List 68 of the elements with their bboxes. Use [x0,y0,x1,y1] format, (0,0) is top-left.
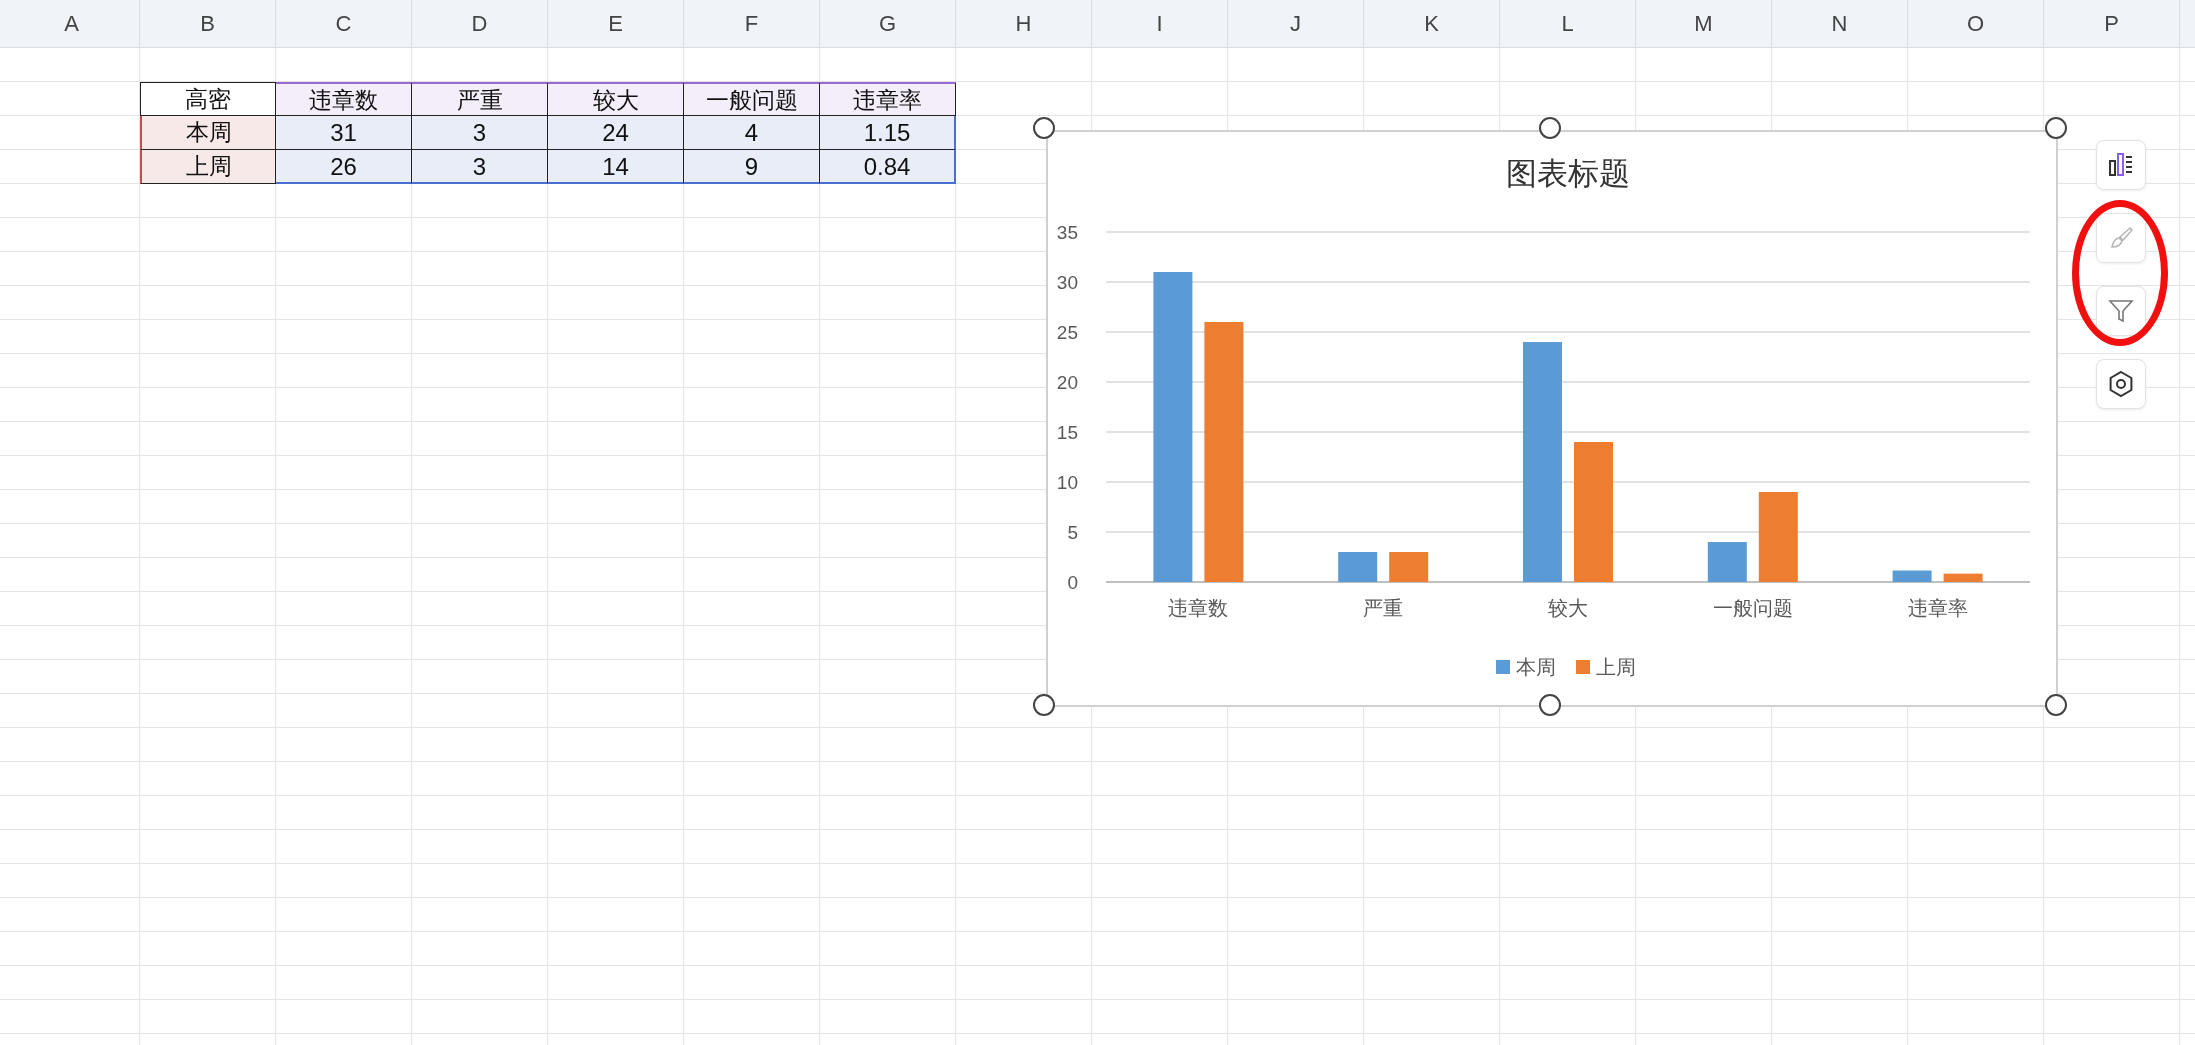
category-label: 违章率 [1907,596,1968,620]
legend-swatch [1576,660,1590,674]
table-cell: 0.84 [820,150,956,184]
column-header[interactable]: F [684,0,820,47]
column-header[interactable]: D [412,0,548,47]
column-header[interactable]: C [276,0,412,47]
y-axis-label: 5 [1067,522,1078,543]
bar [1943,573,1983,582]
legend-swatch [1496,660,1510,674]
resize-handle[interactable] [1539,117,1561,139]
column-heading-cell: 高密 [140,82,276,116]
column-header[interactable]: N [1772,0,1908,47]
category-label: 严重 [1363,596,1404,620]
column-header[interactable]: K [1364,0,1500,47]
chart-title: 图表标题 [1506,155,1630,191]
table-cell: 24 [548,116,684,150]
column-heading-cell: 较大 [548,82,684,116]
table-cell: 1.15 [820,116,956,150]
table-cell: 14 [548,150,684,184]
column-heading-cell: 违章率 [820,82,956,116]
filter-icon[interactable] [2096,286,2146,336]
table-cell: 3 [412,116,548,150]
resize-handle[interactable] [2045,694,2067,716]
column-header[interactable]: E [548,0,684,47]
category-label: 较大 [1548,596,1588,620]
table-cell: 31 [276,116,412,150]
column-heading-cell: 一般问题 [684,82,820,116]
column-heading-cell: 违章数 [276,82,412,116]
resize-handle[interactable] [1539,694,1561,716]
y-axis-label: 25 [1056,322,1078,343]
category-label: 违章数 [1168,596,1229,620]
y-axis-label: 0 [1067,572,1078,593]
row-heading-cell: 上周 [140,150,276,184]
column-header[interactable]: P [2044,0,2180,47]
table-cell: 9 [684,150,820,184]
y-axis-label: 20 [1056,372,1078,393]
bar [1338,552,1378,582]
chart-area[interactable]: 图表标题 0 5 10 15 20 25 30 35 违章数 严重 较大 一般问题 违章率 本周 上周 [1046,130,2058,707]
legend-label: 上周 [1596,655,1636,679]
column-header[interactable]: M [1636,0,1772,47]
y-axis-label: 10 [1056,472,1078,493]
chart-elements-icon[interactable] [2096,140,2146,190]
y-axis-label: 15 [1056,422,1078,443]
category-label: 一般问题 [1712,596,1793,620]
column-header[interactable]: I [1092,0,1228,47]
column-header[interactable]: A [4,0,140,47]
settings-icon[interactable] [2096,359,2146,409]
y-axis-label: 35 [1056,222,1078,243]
bar [1707,542,1747,582]
column-header[interactable]: H [956,0,1092,47]
column-header[interactable]: O [1908,0,2044,47]
resize-handle[interactable] [1033,694,1055,716]
table-cell: 26 [276,150,412,184]
brush-icon[interactable] [2096,213,2146,263]
bar [1389,552,1429,582]
column-header[interactable]: B [140,0,276,47]
legend-label: 本周 [1516,655,1556,679]
y-axis-label: 30 [1056,272,1078,293]
column-heading-cell: 严重 [412,82,548,116]
row-heading-cell: 本周 [140,116,276,150]
column-header[interactable]: G [820,0,956,47]
table-cell: 4 [684,116,820,150]
resize-handle[interactable] [2045,117,2067,139]
bar [1892,570,1932,582]
table-cell: 3 [412,150,548,184]
column-header[interactable]: L [1500,0,1636,47]
resize-handle[interactable] [1033,117,1055,139]
column-header[interactable]: J [1228,0,1364,47]
